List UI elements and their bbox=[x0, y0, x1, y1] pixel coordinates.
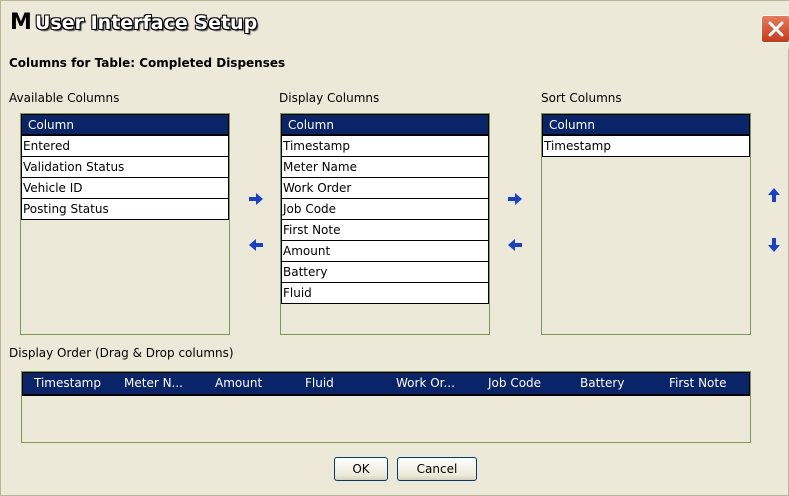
list-item[interactable]: Timestamp bbox=[542, 136, 750, 157]
list-item[interactable]: Meter Name bbox=[281, 157, 489, 178]
available-columns-list[interactable]: Column Entered Validation Status Vehicle I… bbox=[20, 113, 230, 335]
cancel-button[interactable]: Cancel bbox=[397, 457, 477, 481]
arrow-up-icon[interactable] bbox=[766, 187, 782, 203]
order-column-header[interactable]: Work Or... bbox=[396, 373, 455, 395]
table-subtitle: Columns for Table: Completed Dispenses bbox=[9, 56, 286, 70]
order-column-header[interactable]: Job Code bbox=[488, 373, 541, 395]
list-item[interactable]: Vehicle ID bbox=[21, 178, 229, 199]
order-column-header[interactable]: Timestamp bbox=[34, 373, 101, 395]
list-item[interactable]: Fluid bbox=[281, 283, 489, 304]
arrow-left-icon[interactable] bbox=[248, 237, 264, 253]
list-item[interactable]: Validation Status bbox=[21, 157, 229, 178]
display-columns-header[interactable]: Column bbox=[281, 114, 489, 136]
ok-button[interactable]: OK bbox=[334, 457, 388, 481]
sort-columns-label: Sort Columns bbox=[541, 91, 622, 105]
available-columns-header[interactable]: Column bbox=[21, 114, 229, 136]
display-columns-list[interactable]: Column Timestamp Meter Name Work Order Job … bbox=[280, 113, 490, 335]
display-order-label: Display Order (Drag & Drop columns) bbox=[9, 346, 234, 360]
list-item[interactable]: Timestamp bbox=[281, 136, 489, 157]
close-button[interactable] bbox=[761, 15, 789, 43]
list-item[interactable]: Job Code bbox=[281, 199, 489, 220]
list-item[interactable]: Entered bbox=[21, 136, 229, 157]
available-columns-label: Available Columns bbox=[9, 91, 120, 105]
arrow-down-icon[interactable] bbox=[766, 237, 782, 253]
sort-columns-list[interactable]: Column Timestamp bbox=[541, 113, 751, 335]
title-bar[interactable]: M User Interface Setup bbox=[1, 1, 789, 49]
close-icon bbox=[768, 21, 783, 37]
dialog-window: M User Interface Setup Columns for Table… bbox=[0, 0, 789, 496]
sort-columns-header[interactable]: Column bbox=[542, 114, 750, 136]
list-item[interactable]: Posting Status bbox=[21, 199, 229, 220]
display-order-header: Timestamp Meter N... Amount Fluid Work O… bbox=[22, 372, 750, 396]
display-columns-label: Display Columns bbox=[279, 91, 380, 105]
arrow-left-icon[interactable] bbox=[507, 237, 523, 253]
order-column-header[interactable]: Fluid bbox=[305, 373, 334, 395]
arrow-right-icon[interactable] bbox=[248, 191, 264, 207]
order-column-header[interactable]: Battery bbox=[580, 373, 624, 395]
app-logo: M bbox=[10, 10, 32, 35]
display-order-table[interactable]: Timestamp Meter N... Amount Fluid Work O… bbox=[21, 371, 751, 443]
list-item[interactable]: Battery bbox=[281, 262, 489, 283]
window-title: User Interface Setup bbox=[35, 12, 258, 34]
order-column-header[interactable]: Amount bbox=[215, 373, 262, 395]
order-column-header[interactable]: First Note bbox=[669, 373, 726, 395]
arrow-right-icon[interactable] bbox=[507, 191, 523, 207]
list-item[interactable]: First Note bbox=[281, 220, 489, 241]
list-item[interactable]: Work Order bbox=[281, 178, 489, 199]
order-column-header[interactable]: Meter N... bbox=[124, 373, 183, 395]
list-item[interactable]: Amount bbox=[281, 241, 489, 262]
